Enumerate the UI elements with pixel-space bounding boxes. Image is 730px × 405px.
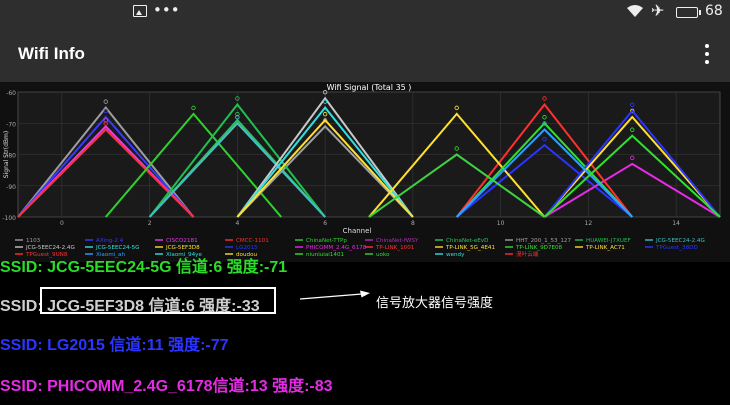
arrow-icon — [300, 290, 370, 300]
legend-label: CMCC-1101 — [236, 238, 269, 244]
legend-label: TPGuest_38DD — [655, 245, 698, 251]
battery-icon — [676, 7, 701, 18]
y-tick-label: -60 — [6, 90, 16, 97]
more-notifications-icon: ••• — [153, 1, 180, 19]
legend-label: uoko — [376, 252, 390, 258]
legend-label: JCG-5EF3D8 — [165, 245, 200, 251]
status-bar: ••• ✈ 68 — [0, 0, 730, 24]
legend-label: HUAWEI-J7XUEF — [586, 238, 631, 244]
x-tick-label: 2 — [148, 220, 152, 227]
legend-label: CISCO2181 — [166, 238, 198, 244]
legend-label: TP-LINK_5G_4E41 — [445, 245, 495, 251]
y-axis-label: Signal Str(dBm) — [3, 131, 10, 178]
x-tick-label: 14 — [672, 220, 680, 227]
legend-label: TP-LINK_1001 — [375, 245, 415, 251]
legend-label: niuniuiai1401 — [306, 252, 345, 258]
x-tick-label: 12 — [585, 220, 593, 227]
legend-label: JCG-5EEC24-2.4G — [655, 238, 705, 244]
app-title: Wifi Info — [18, 44, 85, 63]
legend-label: 1103 — [26, 238, 41, 244]
legend-label: ChinaNet-TTPp — [306, 238, 347, 244]
legend-label: JCG-5EEC24-5G — [95, 245, 139, 251]
gallery-icon — [133, 5, 147, 17]
legend-label: ChinaNet-fWSY — [376, 238, 419, 244]
legend-label: HHT_200_1_53_127 — [516, 238, 571, 244]
x-tick-label: 4 — [235, 220, 239, 227]
legend-label: JCG-5EEC24-2.4G — [25, 245, 75, 251]
legend-label: wendy — [446, 252, 465, 258]
legend-label: 漫叶云端 — [516, 250, 539, 258]
chart-svg: -60-70-80-90-1000 2 4 6 8 10 12 14Wifi Signal (… — [2, 83, 721, 258]
chart-title: Wifi Signal (Total 35 ) — [327, 83, 412, 92]
ssid-row-lg2015: SSID: LG2015 信道:11 强度:-77 — [0, 337, 229, 354]
legend-label: TP-LINK_AC71 — [585, 245, 625, 251]
overflow-menu-icon[interactable] — [700, 44, 714, 66]
ssid-row-jcg-5eec24-5g: SSID: JCG-5EEC24-5G 信道:6 强度:-71 — [0, 259, 288, 276]
x-axis-label: Channel — [343, 227, 372, 235]
app-bar: Wifi Info — [0, 24, 730, 82]
highlight-box — [40, 287, 276, 314]
legend-label: PHICOMM_2.4G_6178 — [306, 245, 367, 251]
wifi-icon — [627, 5, 643, 17]
legend-label: TP-LINK_9D7E08 — [515, 245, 563, 251]
ssid-row-phicomm: SSID: PHICOMM_2.4G_6178信道:13 强度:-83 — [0, 378, 333, 395]
x-tick-label: 6 — [323, 220, 327, 227]
x-tick-label: 0 — [60, 220, 64, 227]
y-tick-label: -90 — [6, 184, 16, 191]
airplane-mode-icon: ✈ — [651, 1, 665, 20]
legend-label: ChinaNet-eEvD — [446, 238, 488, 244]
battery-level: 68 — [705, 3, 723, 19]
annotation-note: 信号放大器信号强度 — [376, 296, 494, 311]
x-tick-label: 10 — [497, 220, 505, 227]
legend-label: LG2015 — [236, 245, 258, 251]
legend-label: AXing-2.4 — [96, 238, 124, 244]
wifi-signal-chart: -60 -70 -80 -90 -100 0 2 4 6 8 10 12 14 Wifi Signal (… — [0, 82, 730, 262]
y-tick-label: -100 — [2, 215, 16, 222]
x-tick-label: 8 — [411, 220, 415, 227]
y-tick-label: -70 — [6, 121, 16, 128]
